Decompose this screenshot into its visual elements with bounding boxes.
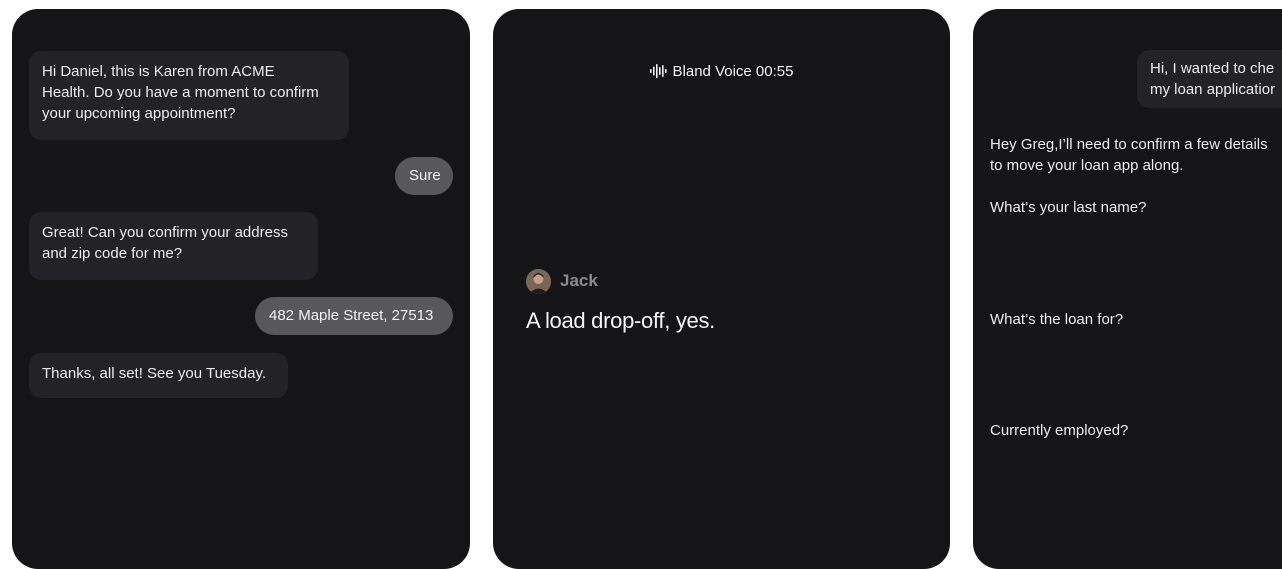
agent-message: Hi Daniel, this is Karen from ACME Healt… [29, 51, 349, 140]
chat-panel-loan: Hi, I wanted to che my loan applicatior … [973, 9, 1282, 569]
agent-message: Thanks, all set! See you Tuesday. [29, 353, 288, 398]
agent-question: Currently employed? [990, 422, 1129, 439]
agent-message: Great! Can you confirm your address and … [29, 212, 318, 280]
live-transcript: A load drop-off, yes. [526, 308, 715, 333]
call-header: Bland Voice 00:55 [493, 61, 950, 83]
agent-question: What’s the loan for? [990, 311, 1124, 328]
agent-question: What’s your last name? [990, 199, 1147, 216]
chat-panel-health: Hi Daniel, this is Karen from ACME Healt… [12, 9, 470, 569]
speaker-label: Jack [526, 268, 598, 294]
user-message: Hi, I wanted to che my loan applicatior [1137, 50, 1282, 108]
speaker-name: Jack [560, 271, 598, 290]
voice-call-panel: Bland Voice 00:55 Jack A load drop-off, … [493, 9, 950, 569]
agent-message: Hey Greg,I’ll need to confirm a few deta… [990, 136, 1268, 174]
user-message: Sure [395, 157, 453, 195]
audio-waveform-icon [649, 64, 667, 78]
call-status-text: Bland Voice 00:55 [672, 63, 794, 80]
user-message: 482 Maple Street, 27513 [255, 297, 453, 335]
avatar [526, 268, 551, 294]
